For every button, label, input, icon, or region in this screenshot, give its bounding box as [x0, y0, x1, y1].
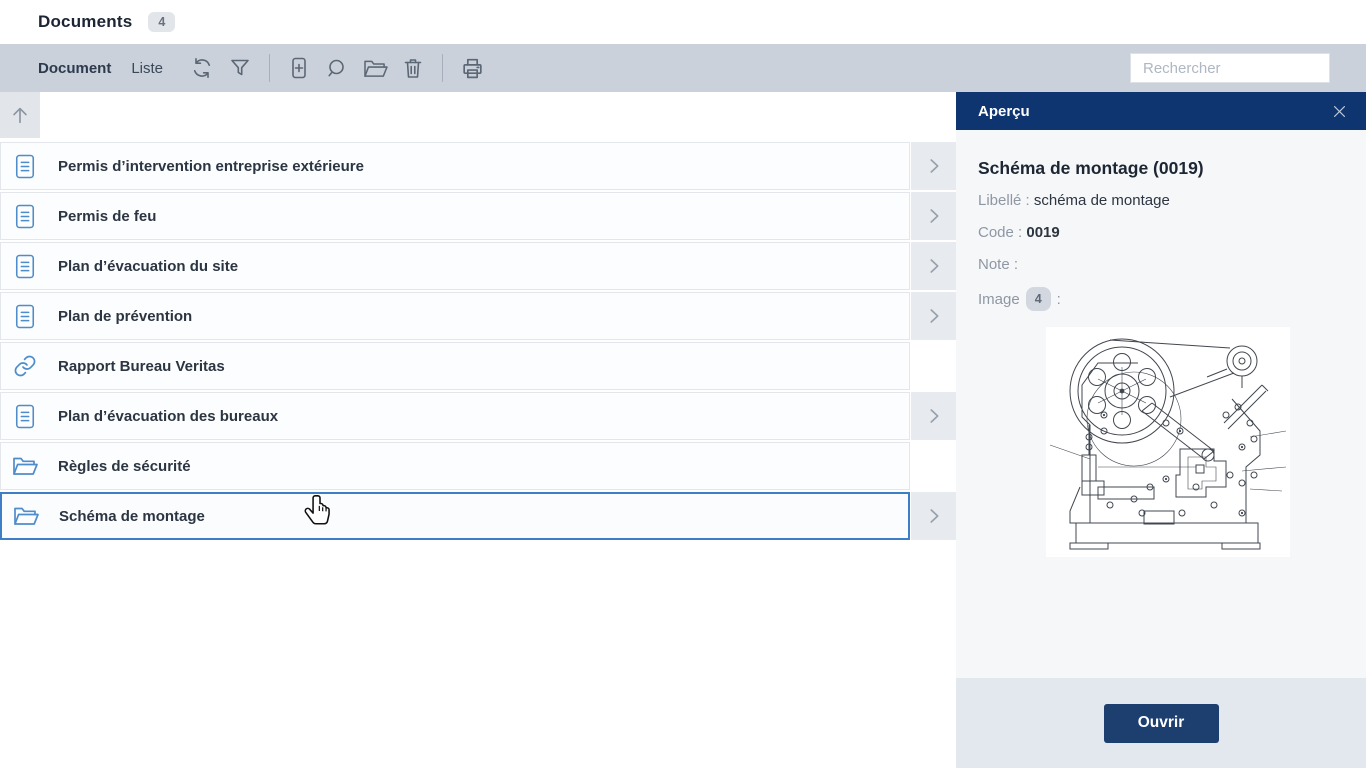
folder-icon — [13, 501, 39, 531]
preview-image — [1046, 327, 1290, 557]
open-item-chevron-button[interactable] — [911, 192, 956, 240]
tab-liste[interactable]: Liste — [131, 60, 163, 77]
list-item-6[interactable]: Plan d’évacuation des bureaux — [0, 392, 910, 440]
list-item-7[interactable]: Règles de sécurité — [0, 442, 910, 490]
filter-icon — [228, 56, 252, 80]
list-item-label: Permis de feu — [58, 207, 157, 225]
preview-panel: Aperçu Schéma de montage (0019) Libellé … — [956, 92, 1366, 768]
link-icon — [12, 351, 38, 381]
list-item-label: Plan d’évacuation du site — [58, 257, 239, 275]
open-folder-button[interactable] — [356, 49, 394, 87]
field-image: Image 4: — [978, 287, 1344, 311]
parent-folder-row-blank — [40, 92, 956, 138]
document-list: Permis d’intervention entreprise extérie… — [0, 92, 956, 768]
chevron-right-icon — [923, 305, 945, 327]
list-item-label: Plan d’évacuation des bureaux — [58, 407, 279, 425]
chevron-right-icon — [923, 505, 945, 527]
list-item-4[interactable]: Plan de prévention — [0, 292, 910, 340]
close-preview-button[interactable] — [1328, 100, 1350, 122]
chevron-right-icon — [923, 155, 945, 177]
list-item-label: Plan de prévention — [58, 307, 193, 325]
list-item-label: Rapport Bureau Veritas — [58, 357, 225, 375]
open-button[interactable]: Ouvrir — [1103, 703, 1219, 743]
go-up-button[interactable] — [0, 92, 40, 138]
preview-title: Schéma de montage (0019) — [978, 158, 1204, 178]
list-item: Plan de prévention — [0, 292, 956, 340]
printer-icon — [460, 56, 485, 81]
field-code: Code : 0019 — [978, 224, 1060, 241]
machine-schematic-drawing — [1049, 338, 1287, 550]
chevron-right-icon — [923, 405, 945, 427]
list-item: Schéma de montage — [0, 492, 956, 540]
filter-button[interactable] — [221, 49, 259, 87]
refresh-icon — [190, 56, 214, 80]
list-item-1[interactable]: Permis d’intervention entreprise extérie… — [0, 142, 910, 190]
list-item-5[interactable]: Rapport Bureau Veritas — [0, 342, 910, 390]
search-input[interactable] — [1130, 53, 1330, 83]
document-icon — [12, 151, 38, 181]
open-item-chevron-button[interactable] — [911, 492, 956, 540]
list-item: Permis d’intervention entreprise extérie… — [0, 142, 956, 190]
open-item-chevron-button[interactable] — [911, 292, 956, 340]
open-item-chevron-button[interactable] — [911, 392, 956, 440]
chevron-right-icon — [923, 255, 945, 277]
refresh-button[interactable] — [183, 49, 221, 87]
app-window: Documents 4 Document Liste Perm — [0, 0, 1366, 768]
document-icon — [12, 201, 38, 231]
list-item-label: Schéma de montage — [59, 507, 205, 525]
search-icon — [325, 56, 349, 80]
open-item-chevron-button[interactable] — [911, 142, 956, 190]
document-icon — [12, 401, 38, 431]
list-item-2[interactable]: Permis de feu — [0, 192, 910, 240]
arrow-up-icon — [9, 104, 31, 126]
field-note: Note : — [978, 256, 1019, 273]
document-icon — [12, 251, 38, 281]
document-icon — [12, 301, 38, 331]
parent-folder-row — [0, 92, 956, 138]
list-item-label: Règles de sécurité — [58, 457, 191, 475]
preview-header-title: Aperçu — [978, 102, 1030, 120]
field-libelle-value: schéma de montage — [1033, 192, 1170, 209]
print-button[interactable] — [453, 49, 491, 87]
toolbar: Document Liste — [0, 44, 1366, 92]
page-title: Documents — [38, 12, 133, 31]
image-count-badge: 4 — [1025, 287, 1051, 311]
list-item: Plan d’évacuation du site — [0, 242, 956, 290]
list-item-3[interactable]: Plan d’évacuation du site — [0, 242, 910, 290]
preview-header: Aperçu — [956, 92, 1366, 130]
toolbar-divider — [442, 54, 444, 82]
documents-count-badge: 4 — [148, 12, 176, 32]
folder-icon — [12, 451, 38, 481]
search-button[interactable] — [318, 49, 356, 87]
add-document-icon — [287, 56, 311, 80]
list-item: Permis de feu — [0, 192, 956, 240]
preview-footer: Ouvrir — [956, 678, 1366, 768]
chevron-right-icon — [923, 205, 945, 227]
list-item: Rapport Bureau Veritas — [0, 342, 956, 390]
add-document-button[interactable] — [280, 49, 318, 87]
list-item: Règles de sécurité — [0, 442, 956, 490]
list-item: Plan d’évacuation des bureaux — [0, 392, 956, 440]
list-item-8[interactable]: Schéma de montage — [0, 492, 910, 540]
open-item-chevron-button[interactable] — [911, 242, 956, 290]
delete-button[interactable] — [394, 49, 432, 87]
open-folder-icon — [363, 58, 388, 79]
tab-document[interactable]: Document — [38, 60, 111, 77]
toolbar-divider — [269, 54, 271, 82]
trash-icon — [401, 56, 425, 80]
preview-body: Schéma de montage (0019) Libellé : schém… — [956, 130, 1366, 678]
field-code-value: 0019 — [1026, 224, 1060, 241]
list-item-label: Permis d’intervention entreprise extérie… — [58, 157, 364, 175]
field-libelle: Libellé : schéma de montage — [978, 192, 1170, 209]
close-icon — [1331, 103, 1348, 120]
page-header: Documents 4 — [0, 0, 1366, 44]
